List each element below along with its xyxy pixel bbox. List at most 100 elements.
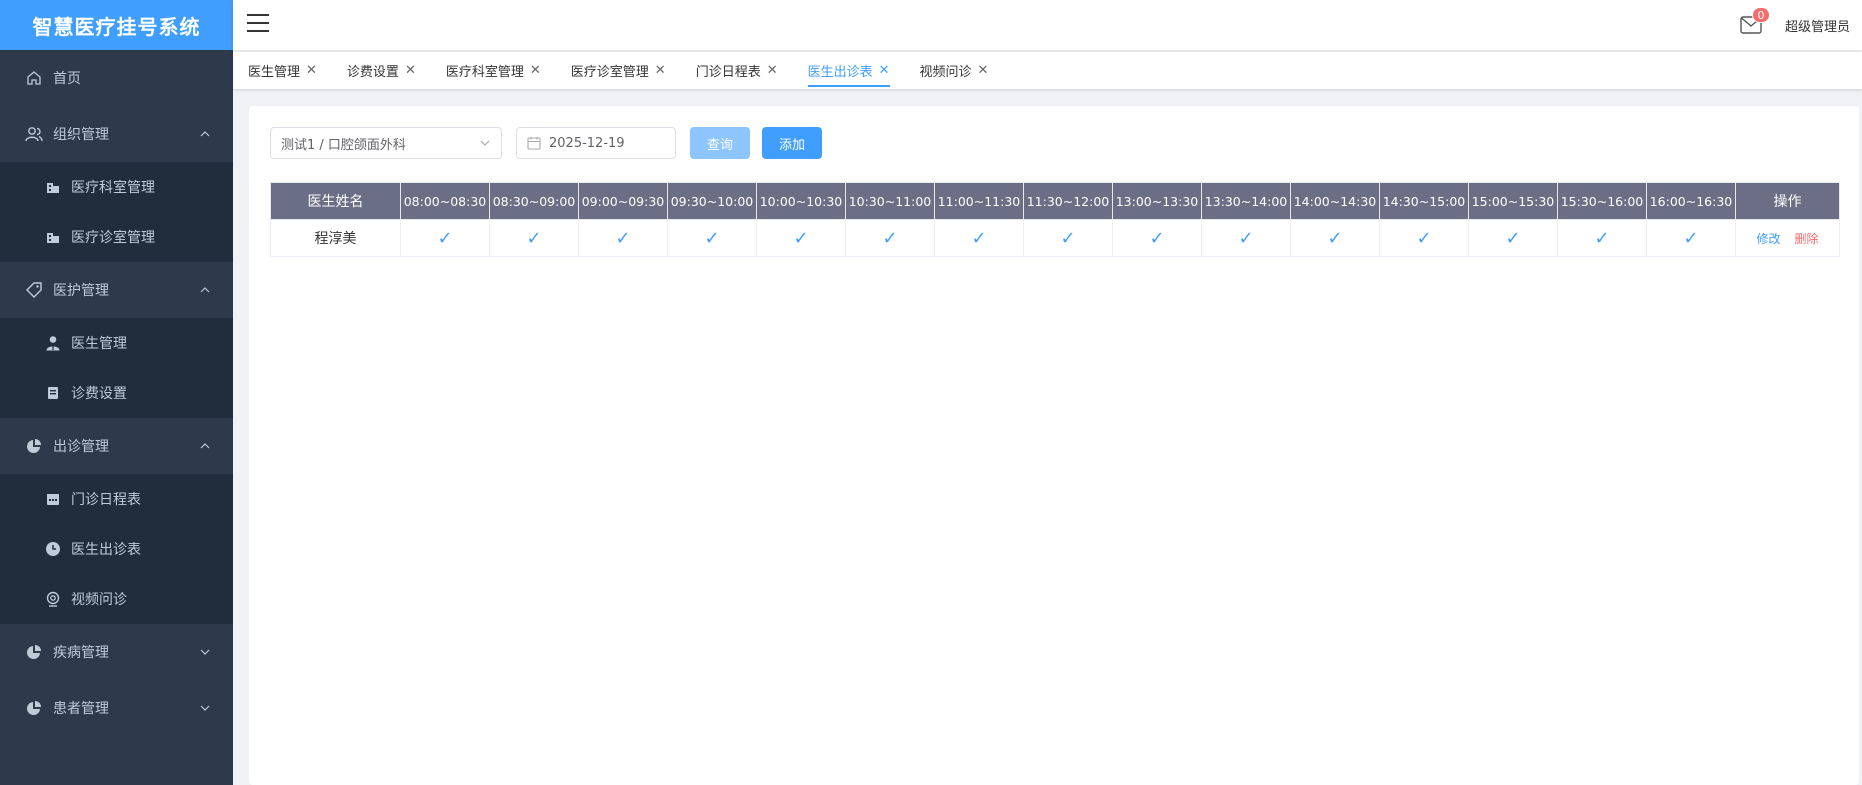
sidebar-item-doctors[interactable]: 医生管理 xyxy=(0,318,233,368)
building-icon xyxy=(45,229,61,245)
sidebar-item-fees[interactable]: 诊费设置 xyxy=(0,368,233,418)
checkmark-icon: ✓ xyxy=(704,227,720,249)
sidebar-group-disease[interactable]: 疾病管理 xyxy=(0,624,233,680)
close-icon[interactable]: ✕ xyxy=(530,63,541,78)
building-icon xyxy=(45,179,61,195)
slot-cell: ✓ xyxy=(489,219,579,257)
column-header: 10:30~11:00 xyxy=(845,182,935,220)
sidebar-item-doctor-schedule[interactable]: 医生出诊表 xyxy=(0,524,233,574)
add-button[interactable]: 添加 xyxy=(762,127,822,159)
checkmark-icon: ✓ xyxy=(437,227,453,249)
column-header: 医生姓名 xyxy=(270,182,401,220)
date-picker[interactable]: 2025-12-19 xyxy=(516,127,676,159)
column-header: 10:00~10:30 xyxy=(756,182,846,220)
checkmark-icon: ✓ xyxy=(1327,227,1343,249)
sidebar-item-video[interactable]: 视频问诊 xyxy=(0,574,233,624)
column-header: 11:00~11:30 xyxy=(934,182,1024,220)
checkmark-icon: ✓ xyxy=(1149,227,1165,249)
tag-room[interactable]: 医疗诊室管理 ✕ xyxy=(571,53,666,89)
sidebar-item-label: 医生出诊表 xyxy=(71,542,141,558)
query-button[interactable]: 查询 xyxy=(690,127,750,159)
slot-cell: ✓ xyxy=(1112,219,1202,257)
slot-cell: ✓ xyxy=(934,219,1024,257)
tag-schedule[interactable]: 门诊日程表 ✕ xyxy=(696,53,778,89)
slot-cell: ✓ xyxy=(1557,219,1647,257)
sidebar-group-org[interactable]: 组织管理 xyxy=(0,106,233,162)
slot-cell: ✓ xyxy=(1379,219,1469,257)
column-header: 13:00~13:30 xyxy=(1112,182,1202,220)
slot-cell: ✓ xyxy=(1023,219,1113,257)
pie-chart-icon xyxy=(25,437,43,455)
checkmark-icon: ✓ xyxy=(882,227,898,249)
checkmark-icon: ✓ xyxy=(1238,227,1254,249)
sidebar-item-dept[interactable]: 医疗科室管理 xyxy=(0,162,233,212)
tag-icon xyxy=(25,281,43,299)
doctor-icon xyxy=(45,335,61,351)
column-header: 09:30~10:00 xyxy=(667,182,757,220)
sidebar-group-patient[interactable]: 患者管理 xyxy=(0,680,233,736)
sidebar-item-room[interactable]: 医疗诊室管理 xyxy=(0,212,233,262)
checkmark-icon: ✓ xyxy=(793,227,809,249)
sidebar-group-label: 组织管理 xyxy=(53,127,109,143)
tag-video[interactable]: 视频问诊 ✕ xyxy=(920,53,989,89)
tag-label: 医生管理 xyxy=(248,65,301,80)
chevron-down-icon xyxy=(199,702,211,714)
app-title: 智慧医疗挂号系统 xyxy=(0,0,233,50)
table-header-row: 医生姓名 08:00~08:30 08:30~09:00 09:00~09:30 09… xyxy=(270,182,1840,220)
tag-doctors[interactable]: 医生管理 ✕ xyxy=(248,53,317,89)
sidebar-item-label: 医疗科室管理 xyxy=(71,180,155,196)
tags-view: 医生管理 ✕ 诊费设置 ✕ 医疗科室管理 ✕ 医疗诊室管理 ✕ 门诊日程表 ✕ 医生出诊表… xyxy=(233,52,1862,90)
clock-icon xyxy=(45,541,61,557)
column-header: 操作 xyxy=(1735,182,1840,220)
top-header: 0 超级管理员 xyxy=(233,0,1862,50)
close-icon[interactable]: ✕ xyxy=(767,63,778,78)
tag-label: 医生出诊表 xyxy=(807,65,873,80)
close-icon[interactable]: ✕ xyxy=(405,63,416,78)
column-header: 13:30~14:00 xyxy=(1201,182,1291,220)
close-icon[interactable]: ✕ xyxy=(655,63,666,78)
tag-label: 诊费设置 xyxy=(346,65,399,80)
date-value: 2025-12-19 xyxy=(549,135,625,151)
slot-cell: ✓ xyxy=(578,219,668,257)
checkmark-icon: ✓ xyxy=(615,227,631,249)
chevron-up-icon xyxy=(199,440,211,452)
sidebar-group-label: 疾病管理 xyxy=(53,645,109,661)
sidebar-group-medical[interactable]: 医护管理 xyxy=(0,262,233,318)
slot-cell: ✓ xyxy=(667,219,757,257)
column-header: 08:00~08:30 xyxy=(400,182,490,220)
main-card: 测试1 / 口腔颌面外科 2025-12-19 查询 添加 医生姓名 08:00… xyxy=(249,106,1859,785)
chevron-up-icon xyxy=(199,284,211,296)
column-header: 15:00~15:30 xyxy=(1468,182,1558,220)
close-icon[interactable]: ✕ xyxy=(879,63,890,78)
sidebar-item-home[interactable]: 首页 xyxy=(0,50,233,106)
home-icon xyxy=(25,69,43,87)
sidebar-item-label: 诊费设置 xyxy=(71,386,127,402)
username[interactable]: 超级管理员 xyxy=(1785,16,1850,35)
sidebar-item-label: 视频问诊 xyxy=(71,592,127,608)
close-icon[interactable]: ✕ xyxy=(306,63,317,78)
column-header: 08:30~09:00 xyxy=(489,182,579,220)
sidebar-item-schedule[interactable]: 门诊日程表 xyxy=(0,474,233,524)
checkmark-icon: ✓ xyxy=(1416,227,1432,249)
checkmark-icon: ✓ xyxy=(1505,227,1521,249)
slot-cell: ✓ xyxy=(400,219,490,257)
department-cascader[interactable]: 测试1 / 口腔颌面外科 xyxy=(270,127,502,159)
notification-badge: 0 xyxy=(1752,7,1770,23)
slot-cell: ✓ xyxy=(845,219,935,257)
column-header: 09:00~09:30 xyxy=(578,182,668,220)
submenu-org: 医疗科室管理 医疗诊室管理 xyxy=(0,162,233,262)
tag-fees[interactable]: 诊费设置 ✕ xyxy=(347,53,416,89)
doctor-name-cell: 程淳美 xyxy=(270,219,401,257)
delete-link[interactable]: 删除 xyxy=(1795,232,1819,246)
chevron-down-icon xyxy=(199,646,211,658)
edit-link[interactable]: 修改 xyxy=(1756,232,1780,246)
hamburger-icon[interactable] xyxy=(247,14,269,36)
column-header: 16:00~16:30 xyxy=(1646,182,1736,220)
tag-label: 视频问诊 xyxy=(919,65,972,80)
tag-doctor-schedule[interactable]: 医生出诊表 ✕ xyxy=(807,53,890,89)
tag-dept[interactable]: 医疗科室管理 ✕ xyxy=(446,53,541,89)
column-header: 11:30~12:00 xyxy=(1023,182,1113,220)
slot-cell: ✓ xyxy=(1201,219,1291,257)
close-icon[interactable]: ✕ xyxy=(978,63,989,78)
sidebar-group-clinic[interactable]: 出诊管理 xyxy=(0,418,233,474)
